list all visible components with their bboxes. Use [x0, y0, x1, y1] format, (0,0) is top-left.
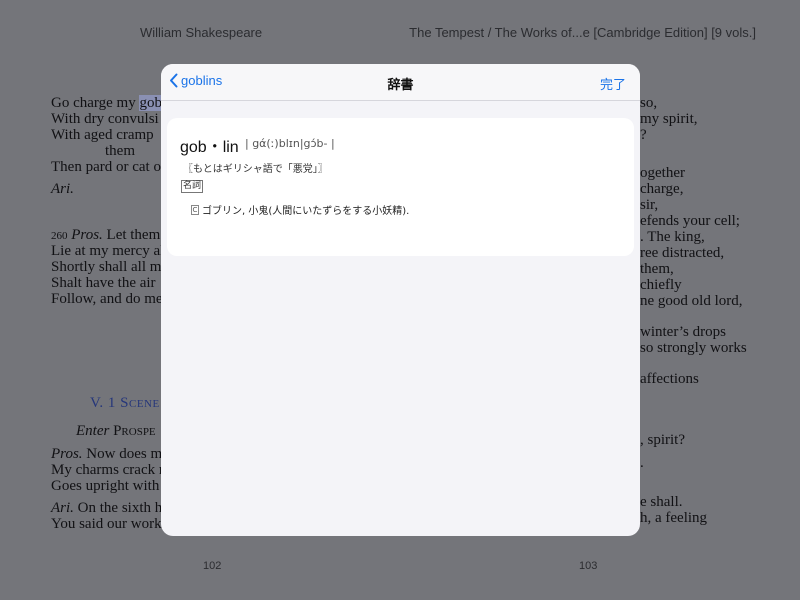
text-line: h, a feeling — [640, 510, 708, 526]
text-line: Follow, and do me — [51, 291, 163, 307]
text-line: Go charge my gob — [51, 95, 162, 111]
text-line: 260 Pros. Let them — [51, 227, 161, 243]
line-number: 260 — [51, 230, 68, 242]
text-line: ree distracted, — [640, 245, 725, 261]
text-line: You said our work — [51, 516, 162, 532]
text-line: Then pard or cat o — [51, 159, 161, 175]
text-line: , spirit? — [640, 432, 685, 448]
page-number-right: 103 — [579, 560, 598, 572]
popover-nav-bar: goblins 辞書 完了 — [161, 64, 640, 101]
highlighted-word[interactable]: gob — [139, 95, 162, 111]
text-line: ? — [640, 127, 647, 143]
part-of-speech-badge: 名詞 — [181, 180, 204, 193]
popover-title: 辞書 — [387, 77, 414, 92]
text-line: Goes upright with — [51, 478, 160, 494]
dictionary-popover: goblins 辞書 完了 gob・lin | gά(ː)blɪn|gɔ́b- … — [161, 64, 640, 536]
done-button[interactable]: 完了 — [600, 74, 626, 93]
text-line: Shortly shall all m — [51, 259, 162, 275]
definition-text: ゴブリン, 小鬼(人間にいたずらをする小妖精). — [202, 206, 410, 217]
text-line: My charms crack n — [51, 462, 167, 478]
text-line: my spirit, — [640, 111, 698, 127]
text-line: Ari. On the sixth h — [51, 500, 163, 516]
page-number-left: 102 — [203, 560, 222, 572]
text-line: . The king, — [640, 229, 705, 245]
text-line: With dry convulsi — [51, 111, 159, 127]
text-line: ne good old lord, — [640, 293, 743, 309]
stage-direction: Enter Prospe — [76, 423, 156, 439]
text-line: them — [105, 143, 135, 159]
text-line: Shalt have the air — [51, 275, 156, 291]
dictionary-entry-card: gob・lin | gά(ː)blɪn|gɔ́b- | 〖もとはギリシャ語で「悪… — [167, 118, 634, 256]
text-line: e shall. — [640, 494, 683, 510]
text-line: Pros. Now does my — [51, 446, 170, 462]
definition-sense: C ゴブリン, 小鬼(人間にいたずらをする小妖精). — [191, 202, 409, 217]
pronunciation: | gά(ː)blɪn|gɔ́b- | — [245, 137, 335, 150]
text-line: so strongly works — [640, 340, 747, 356]
book-title-header: The Tempest / The Works of...e [Cambridg… — [409, 25, 756, 40]
text-line: efends your cell; — [640, 213, 740, 229]
text-line: . — [640, 455, 644, 471]
text-line: ogether — [640, 165, 685, 181]
countable-mark: C — [191, 204, 199, 215]
text-line: charge, — [640, 181, 684, 197]
text-line: sir, — [640, 197, 659, 213]
text-line: With aged cramp — [51, 127, 154, 143]
text-line: them, — [640, 261, 674, 277]
text-line: winter’s drops — [640, 324, 726, 340]
text-line: affections — [640, 371, 699, 387]
text-line: Lie at my mercy al — [51, 243, 165, 259]
etymology: 〖もとはギリシャ語で「悪党」〗 — [183, 164, 328, 175]
speaker-label: Ari. — [51, 181, 74, 197]
text-line: chiefly — [640, 277, 682, 293]
headword: gob・lin — [180, 139, 239, 156]
scene-heading: V. 1 Scene — [90, 395, 160, 411]
text-line: so, — [640, 95, 658, 111]
book-author-header: William Shakespeare — [140, 25, 263, 40]
